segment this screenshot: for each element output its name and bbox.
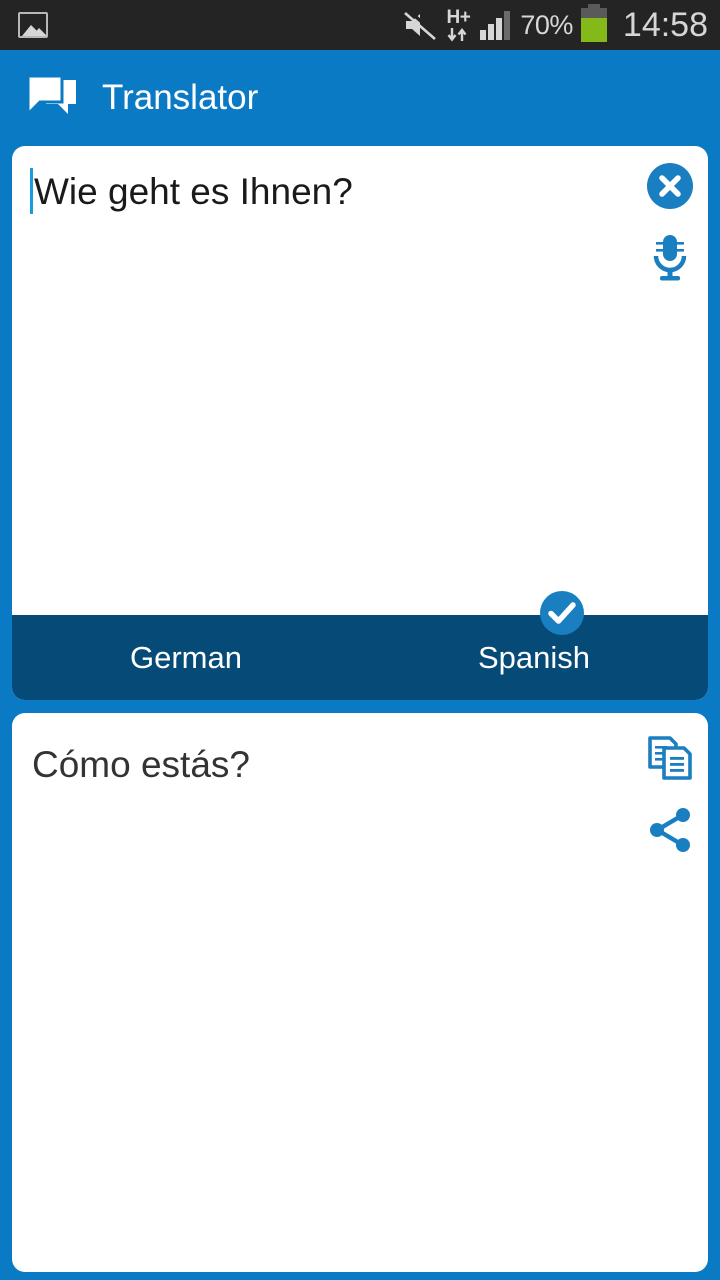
- gallery-icon: [18, 12, 48, 38]
- status-bar-clock: 14:58: [622, 6, 708, 44]
- source-text-value: Wie geht es Ihnen?: [34, 171, 353, 212]
- status-bar-left: [18, 12, 48, 38]
- share-icon[interactable]: [647, 807, 693, 853]
- source-text-input[interactable]: Wie geht es Ihnen?: [12, 146, 708, 614]
- status-bar-right: H+ 70% 14:58: [403, 4, 708, 44]
- check-circle-icon[interactable]: [538, 589, 586, 637]
- target-text-output[interactable]: Cómo estás?: [12, 713, 708, 787]
- target-text-value: Cómo estás?: [32, 744, 250, 785]
- target-actions: [646, 735, 694, 853]
- close-circle-icon[interactable]: [646, 162, 694, 210]
- source-card: Wie geht es Ihnen? German Spanish: [12, 146, 708, 700]
- target-language-button[interactable]: Spanish: [360, 640, 708, 676]
- microphone-icon[interactable]: [647, 232, 693, 282]
- target-card: Cómo estás?: [12, 713, 708, 1272]
- network-type-label: H+: [446, 6, 471, 28]
- app-header: Translator: [0, 50, 720, 146]
- mute-icon: [403, 9, 437, 40]
- source-language-button[interactable]: German: [12, 640, 360, 676]
- battery-percent-label: 70%: [520, 9, 573, 40]
- status-bar: H+ 70% 14:58: [0, 0, 720, 50]
- network-type-icon: H+: [447, 8, 471, 43]
- speech-bubbles-icon: [26, 74, 76, 118]
- language-selector-bar: German Spanish: [12, 591, 708, 700]
- battery-icon: [580, 4, 607, 42]
- data-transfer-arrows-icon: [447, 27, 467, 41]
- signal-bars-icon: [480, 10, 511, 40]
- source-actions: [646, 162, 694, 282]
- app-title: Translator: [102, 78, 259, 117]
- text-caret: [30, 168, 33, 214]
- copy-icon[interactable]: [646, 735, 694, 781]
